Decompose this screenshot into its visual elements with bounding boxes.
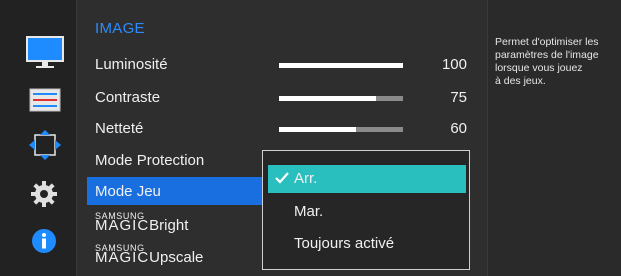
brand-magic: MAGIC	[95, 249, 150, 266]
brightness-slider[interactable]	[279, 63, 403, 68]
brightness-value: 100	[441, 56, 467, 73]
option-on[interactable]: Mar.	[268, 198, 466, 226]
menu-item-label: Mode Jeu	[95, 183, 161, 200]
menu-item-contrast[interactable]: Contraste 75	[77, 83, 487, 113]
option-label: Arr.	[294, 170, 318, 187]
menu-item-sharpness[interactable]: Netteté 60	[77, 114, 487, 144]
resize-icon[interactable]	[28, 130, 62, 165]
game-mode-dropdown: Arr. Mar. Toujours activé	[262, 150, 470, 270]
option-off[interactable]: Arr.	[268, 165, 466, 193]
menu-item-label: Netteté	[95, 120, 144, 137]
option-always-on[interactable]: Toujours activé	[268, 230, 466, 258]
option-label: Toujours activé	[294, 235, 395, 252]
sliders-icon[interactable]	[29, 88, 61, 117]
info-icon[interactable]	[31, 228, 57, 259]
menu-item-label: Luminosité	[95, 56, 168, 73]
contrast-value: 75	[450, 89, 467, 106]
menu-item-brightness[interactable]: Luminosité 100	[77, 50, 487, 80]
menu-item-label: Bright	[149, 217, 189, 234]
help-text: Permet d'optimiser les paramètres de l'i…	[495, 36, 599, 87]
magic-bright-label: SAMSUNG MAGICBright	[95, 211, 189, 234]
menu-item-label: Contraste	[95, 89, 161, 106]
check-icon	[275, 172, 289, 184]
brand-magic: MAGIC	[95, 217, 150, 234]
sharpness-value: 60	[450, 120, 467, 137]
sharpness-slider[interactable]	[279, 127, 403, 132]
monitor-icon[interactable]	[26, 36, 64, 75]
option-label: Mar.	[294, 203, 324, 220]
menu-item-label: Mode Protection	[95, 152, 205, 169]
contrast-slider[interactable]	[279, 96, 403, 101]
menu-item-label: Upscale	[149, 249, 204, 266]
gear-icon[interactable]	[30, 180, 58, 213]
sidebar	[0, 0, 76, 276]
magic-upscale-label: SAMSUNG MAGICUpscale	[95, 243, 204, 266]
menu-title: IMAGE	[95, 20, 145, 37]
